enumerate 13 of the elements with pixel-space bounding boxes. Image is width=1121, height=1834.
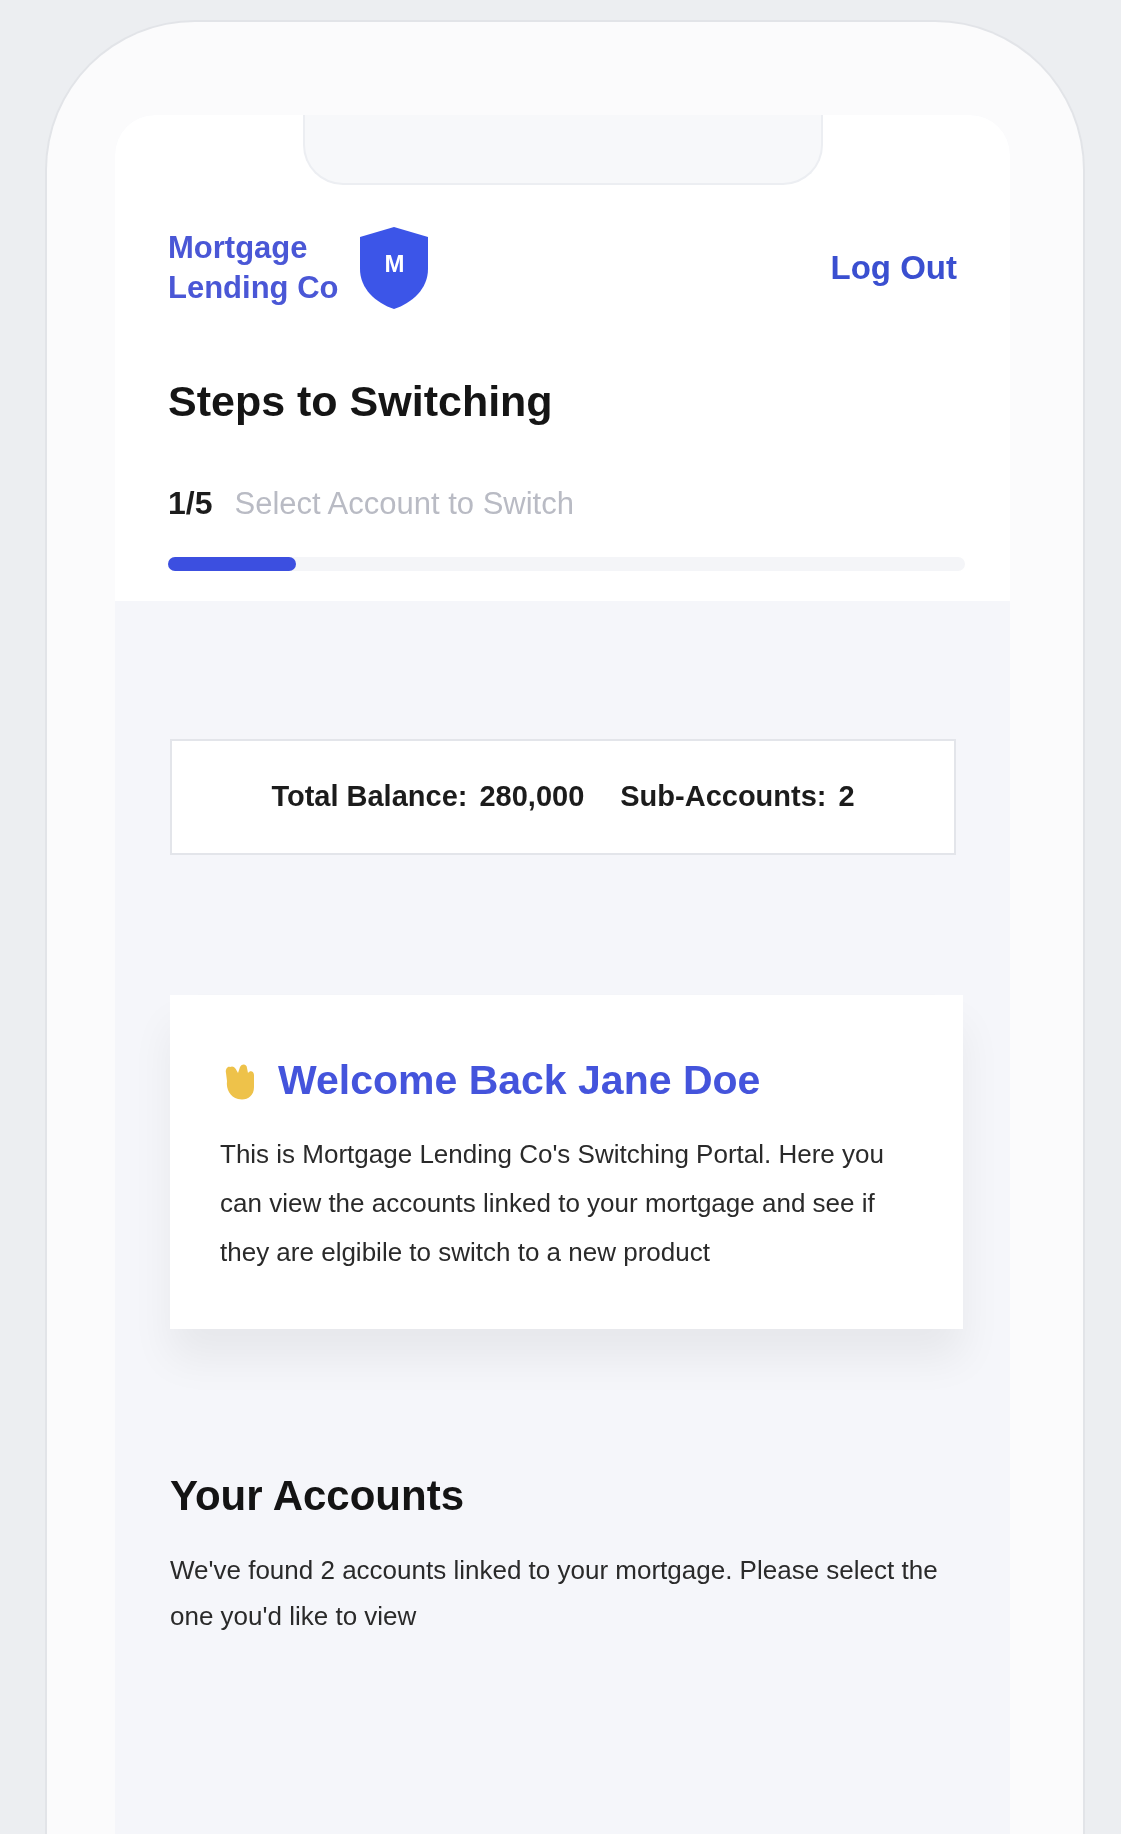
step-label: Select Account to Switch xyxy=(234,484,574,523)
welcome-title: Welcome Back Jane Doe xyxy=(278,1056,761,1105)
logout-link[interactable]: Log Out xyxy=(830,243,957,293)
welcome-text: This is Mortgage Lending Co's Switching Portal. Here you can view the accounts linked to your mortgage and see if they are elgibile to switch to a new product xyxy=(220,1137,885,1269)
accounts-title: Your Accounts xyxy=(170,1470,466,1521)
accounts-text: We've found 2 accounts linked to your mortgage. Please select the one you'd like to view xyxy=(170,1553,939,1633)
step-counter: 1/5 xyxy=(168,483,213,523)
summary-label: Total Balance: xyxy=(271,779,468,815)
steps-title: Steps to Switching xyxy=(168,376,554,427)
summary-value: 2 xyxy=(838,779,855,815)
summary-label: Sub-Accounts: xyxy=(620,779,827,815)
brand-name: Mortgage Lending Co xyxy=(168,229,339,307)
summary-value: 280,000 xyxy=(479,779,585,815)
